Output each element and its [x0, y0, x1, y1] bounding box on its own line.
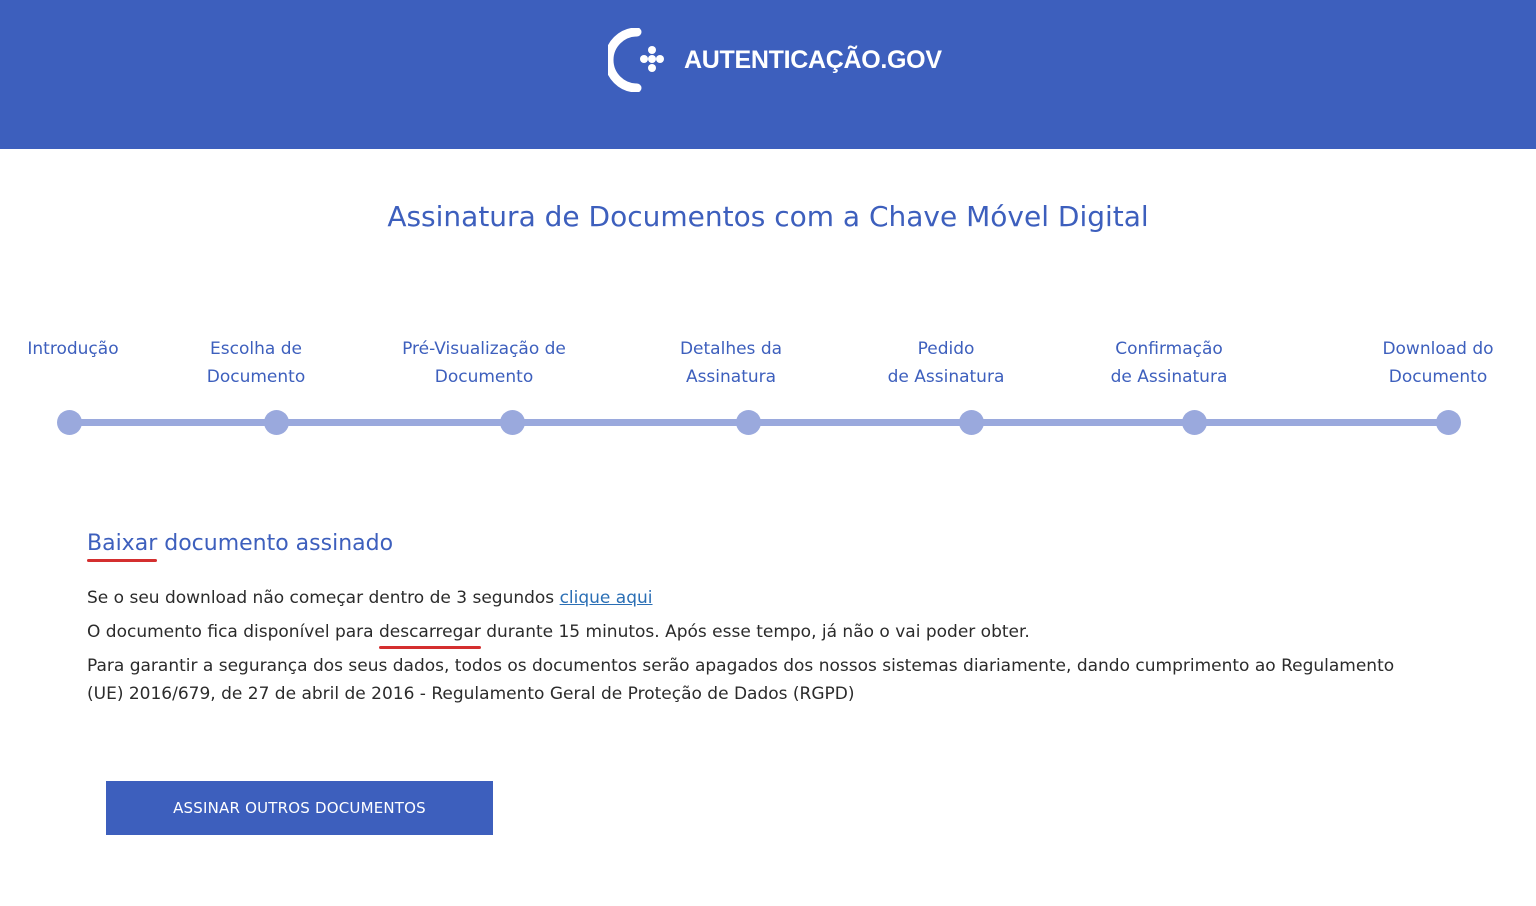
spellcheck-word-baixar: Baixar	[87, 531, 158, 562]
availability-text-before: O documento fica disponível para	[87, 622, 379, 642]
step-dot-pedido-assinatura	[958, 410, 984, 435]
step-label-introducao: Introdução	[27, 339, 119, 359]
step-label-detalhes-assinatura: Detalhes da Assinatura	[679, 339, 783, 387]
brand-logo-link[interactable]: AUTENTICAÇÃO.GOV	[608, 28, 942, 92]
step-dot-detalhes-assinatura	[735, 410, 761, 435]
page-title: Assinatura de Documentos com a Chave Móv…	[387, 200, 1149, 233]
step-label-escolha-documento: Escolha de Documento	[206, 339, 306, 387]
click-here-link[interactable]: clique aqui	[560, 588, 653, 608]
step-label-pedido-assinatura: Pedido de Assinatura	[887, 339, 1005, 387]
availability-text-after: durante 15 minutos. Após esse tempo, já …	[480, 622, 1030, 642]
step-label-download-documento: Download do Documento	[1382, 339, 1494, 387]
step-dot-pre-visualizacao	[499, 410, 525, 435]
top-header-bar: AUTENTICAÇÃO.GOV	[0, 0, 1536, 149]
gdpr-notice-paragraph: Para garantir a segurança dos seus dados…	[87, 656, 1395, 704]
step-dot-escolha-documento	[263, 410, 289, 435]
spellcheck-word-descarregar: descarregar	[378, 618, 481, 649]
availability-notice-line: O documento fica disponível para descarr…	[87, 618, 1427, 649]
download-notice-line: Se o seu download não começar dentro de …	[87, 584, 1427, 612]
section-title-rest: documento assinado	[157, 531, 394, 556]
step-label-confirmacao-assinatura: Confirmação de Assinatura	[1110, 339, 1228, 387]
step-dot-download-documento	[1435, 410, 1461, 435]
step-label-pre-visualizacao: Pré-Visualização de Documento	[402, 339, 566, 387]
autenticacao-gov-logo-icon	[608, 28, 664, 92]
download-section-title: Baixar documento assinado	[87, 531, 394, 562]
sign-other-documents-button[interactable]: ASSINAR OUTROS DOCUMENTOS	[106, 781, 493, 835]
step-dot-introducao	[56, 410, 82, 435]
download-notice-text: Se o seu download não começar dentro de …	[87, 588, 560, 608]
brand-name: AUTENTICAÇÃO.GOV	[684, 45, 942, 74]
step-dot-confirmacao-assinatura	[1181, 410, 1207, 435]
progress-stepper: Introdução Escolha de Documento Pré-Visu…	[0, 330, 1536, 450]
